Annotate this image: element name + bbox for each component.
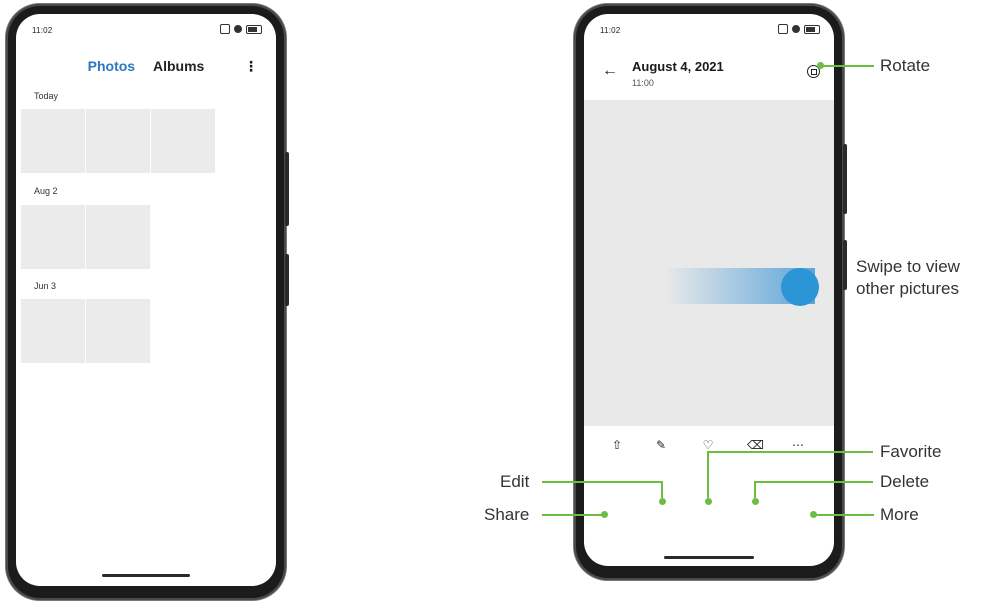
photo-thumbnail[interactable]	[21, 109, 85, 173]
home-indicator[interactable]	[102, 574, 190, 577]
share-label: Share	[484, 505, 530, 524]
status-time: 11:02	[32, 26, 53, 35]
favorite-icon[interactable]: ♡	[701, 438, 715, 452]
more-label: More	[880, 505, 919, 524]
notification-icon	[778, 24, 788, 34]
notification-icon	[220, 24, 230, 34]
right-phone: 11:02 ← August 4, 2021 11:00 ⇧ ✎ ♡ ⌫ ⋯	[574, 4, 847, 580]
more-icon[interactable]: ⋯	[791, 438, 805, 452]
favorite-callout-line-v	[707, 452, 709, 498]
edit-callout-dot	[659, 498, 666, 505]
favorite-label: Favorite	[880, 442, 942, 461]
edit-callout-line-h	[542, 481, 663, 483]
photo-date: August 4, 2021	[632, 59, 724, 74]
favorite-callout-dot	[705, 498, 712, 505]
delete-label: Delete	[880, 472, 930, 491]
section-jun-3: Jun 3	[34, 281, 57, 291]
favorite-callout-line-h	[707, 451, 873, 453]
tab-albums[interactable]: Albums	[153, 58, 204, 74]
left-screen: 11:02 Photos Albums ⋮ Today Aug 2 Jun 3	[16, 14, 276, 586]
section-today: Today	[34, 91, 59, 101]
edit-callout-line-v	[661, 482, 663, 498]
status-icons	[778, 24, 820, 34]
photo-thumbnail[interactable]	[86, 109, 150, 173]
swipe-gesture-dot	[781, 268, 819, 306]
right-screen: 11:02 ← August 4, 2021 11:00 ⇧ ✎ ♡ ⌫ ⋯	[584, 14, 834, 566]
section-aug-2: Aug 2	[34, 186, 58, 196]
volume-button	[843, 240, 847, 290]
photo-thumbnail[interactable]	[86, 299, 150, 363]
more-options-icon[interactable]: ⋮	[244, 58, 258, 75]
home-indicator[interactable]	[664, 556, 754, 559]
share-callout-line	[542, 514, 602, 516]
tab-photos[interactable]: Photos	[88, 58, 135, 74]
edit-label: Edit	[500, 472, 530, 491]
status-bar: 11:02	[16, 14, 276, 40]
left-phone: 11:02 Photos Albums ⋮ Today Aug 2 Jun 3	[6, 4, 289, 600]
power-button	[843, 144, 847, 214]
rotate-label: Rotate	[880, 56, 931, 75]
photo-thumbnail[interactable]	[86, 205, 150, 269]
share-callout-dot	[601, 511, 608, 518]
photo-toolbar: ⇧ ✎ ♡ ⌫ ⋯	[584, 434, 834, 484]
status-icons	[220, 24, 262, 34]
back-arrow-icon[interactable]: ←	[602, 62, 618, 80]
swipe-label: Swipe to view other pictures	[856, 257, 960, 298]
wifi-icon	[234, 25, 242, 33]
status-bar: 11:02	[584, 14, 834, 40]
delete-callout-dot	[752, 498, 759, 505]
photo-thumbnail[interactable]	[21, 205, 85, 269]
status-time: 11:02	[600, 26, 621, 35]
volume-button	[285, 254, 289, 306]
share-icon[interactable]: ⇧	[610, 438, 624, 452]
more-callout-line	[816, 514, 874, 516]
photo-thumbnail[interactable]	[151, 109, 215, 173]
photo-thumbnail[interactable]	[21, 299, 85, 363]
battery-icon	[246, 24, 262, 34]
delete-callout-line-h	[754, 481, 873, 483]
photo-viewer[interactable]	[584, 100, 834, 426]
delete-icon[interactable]: ⌫	[747, 438, 764, 452]
edit-icon[interactable]: ✎	[654, 438, 668, 452]
rotate-callout-line	[823, 65, 874, 67]
delete-callout-line-v	[754, 482, 756, 498]
wifi-icon	[792, 25, 800, 33]
tab-bar: Photos Albums	[16, 58, 276, 74]
photo-time: 11:00	[632, 78, 654, 88]
power-button	[285, 152, 289, 226]
battery-icon	[804, 24, 820, 34]
